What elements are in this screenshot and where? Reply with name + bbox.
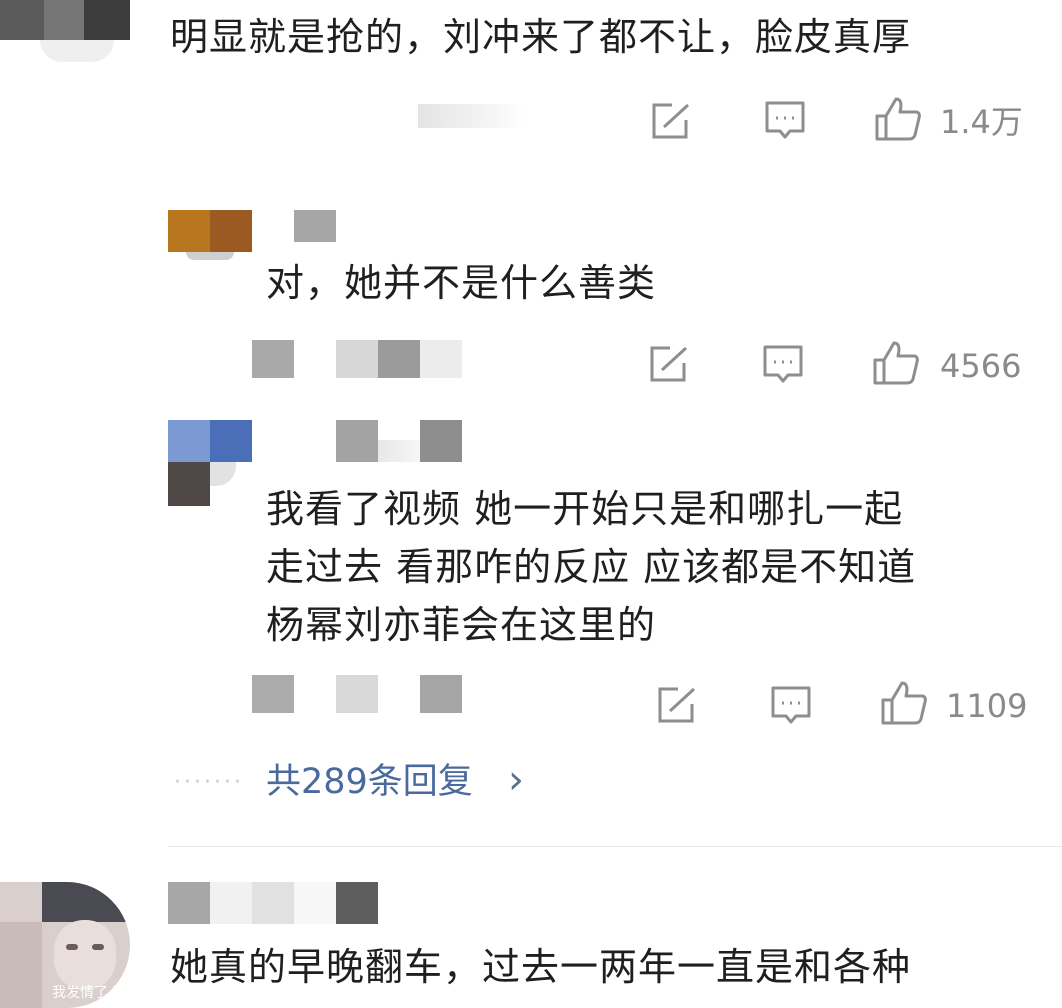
blurred-username bbox=[420, 420, 462, 462]
chevron-right-icon[interactable]: › bbox=[508, 758, 524, 802]
comment-text-line: 走过去 看那咋的反应 应该都是不知道 bbox=[266, 545, 917, 589]
blurred-username bbox=[294, 882, 336, 924]
comment-text-line: 我看了视频 她一开始只是和哪扎一起 bbox=[266, 487, 904, 531]
replies-dots: ······· bbox=[174, 770, 244, 795]
thumbs-up-icon[interactable] bbox=[874, 96, 922, 142]
comment-text: 她真的早晚翻车，过去一两年一直是和各种 bbox=[170, 945, 912, 989]
blurred-meta bbox=[336, 340, 378, 378]
comment-text: 对，她并不是什么善类 bbox=[266, 261, 657, 305]
blurred-username bbox=[418, 104, 526, 128]
blurred-meta bbox=[420, 675, 462, 713]
blurred-meta bbox=[336, 675, 378, 713]
comment-text-line: 杨幂刘亦菲会在这里的 bbox=[266, 603, 657, 647]
thumbs-up-icon[interactable] bbox=[872, 340, 920, 386]
comment-icon[interactable] bbox=[770, 685, 812, 727]
blurred-username bbox=[210, 882, 252, 924]
blurred-username bbox=[378, 440, 420, 462]
avatar[interactable] bbox=[0, 0, 130, 62]
avatar[interactable] bbox=[168, 210, 252, 260]
share-icon[interactable] bbox=[650, 102, 692, 140]
blurred-username bbox=[336, 882, 378, 924]
blurred-username bbox=[168, 882, 210, 924]
avatar[interactable] bbox=[168, 420, 252, 506]
blurred-meta bbox=[378, 340, 420, 378]
blurred-meta bbox=[252, 340, 294, 378]
divider bbox=[168, 846, 1062, 847]
thumbs-up-icon[interactable] bbox=[880, 680, 928, 726]
blurred-username bbox=[336, 420, 378, 462]
comment-icon[interactable] bbox=[764, 100, 806, 142]
like-count: 1109 bbox=[946, 687, 1028, 725]
avatar-watermark: 我发情了 路 bbox=[52, 985, 127, 1001]
share-icon[interactable] bbox=[656, 686, 698, 724]
blurred-username bbox=[294, 210, 336, 242]
like-count: 1.4万 bbox=[940, 103, 1023, 141]
blurred-meta bbox=[252, 675, 294, 713]
share-icon[interactable] bbox=[648, 345, 690, 383]
like-count: 4566 bbox=[940, 347, 1022, 385]
blurred-meta bbox=[420, 340, 462, 378]
view-replies-link[interactable]: 共289条回复 bbox=[266, 760, 473, 804]
comment-text: 明显就是抢的，刘冲来了都不让，脸皮真厚 bbox=[170, 15, 912, 59]
comment-icon[interactable] bbox=[762, 344, 804, 386]
blurred-username bbox=[252, 882, 294, 924]
